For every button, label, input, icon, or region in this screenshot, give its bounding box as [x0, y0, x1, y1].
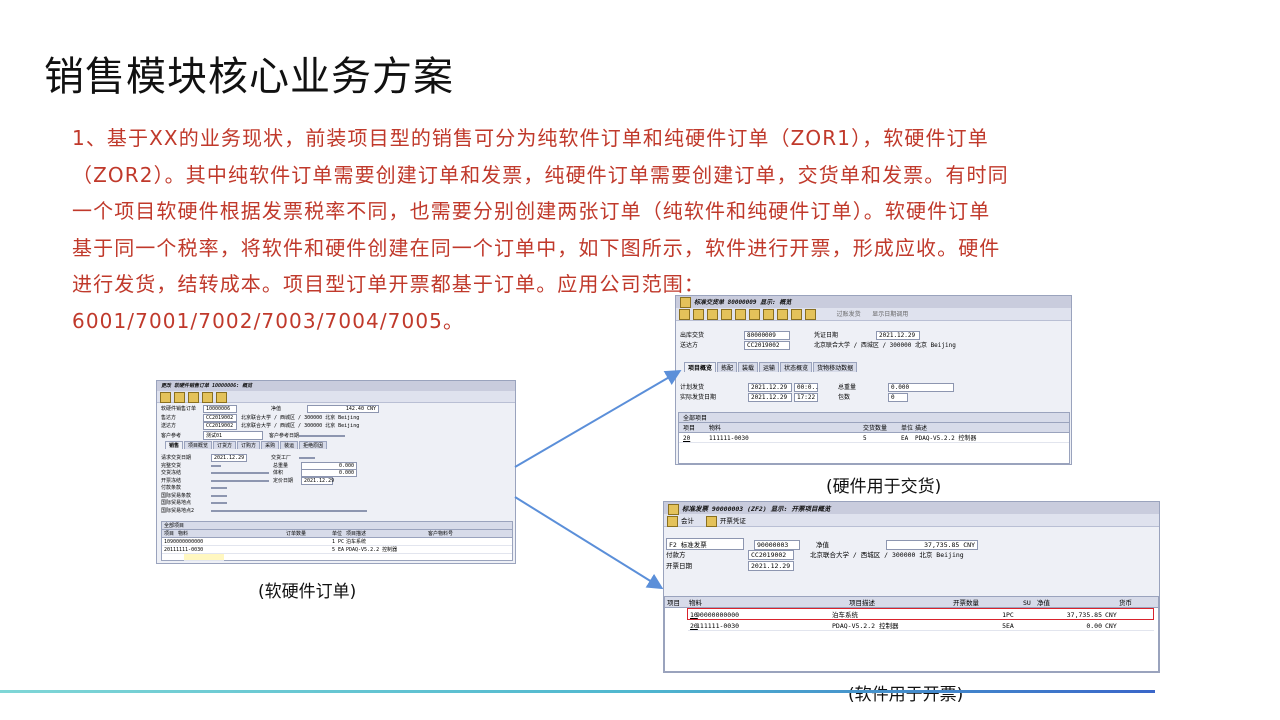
- arrow-to-invoice: [514, 496, 664, 590]
- arrow-to-delivery: [514, 369, 682, 468]
- flow-arrows: [514, 369, 682, 590]
- bottom-divider: [0, 690, 1155, 693]
